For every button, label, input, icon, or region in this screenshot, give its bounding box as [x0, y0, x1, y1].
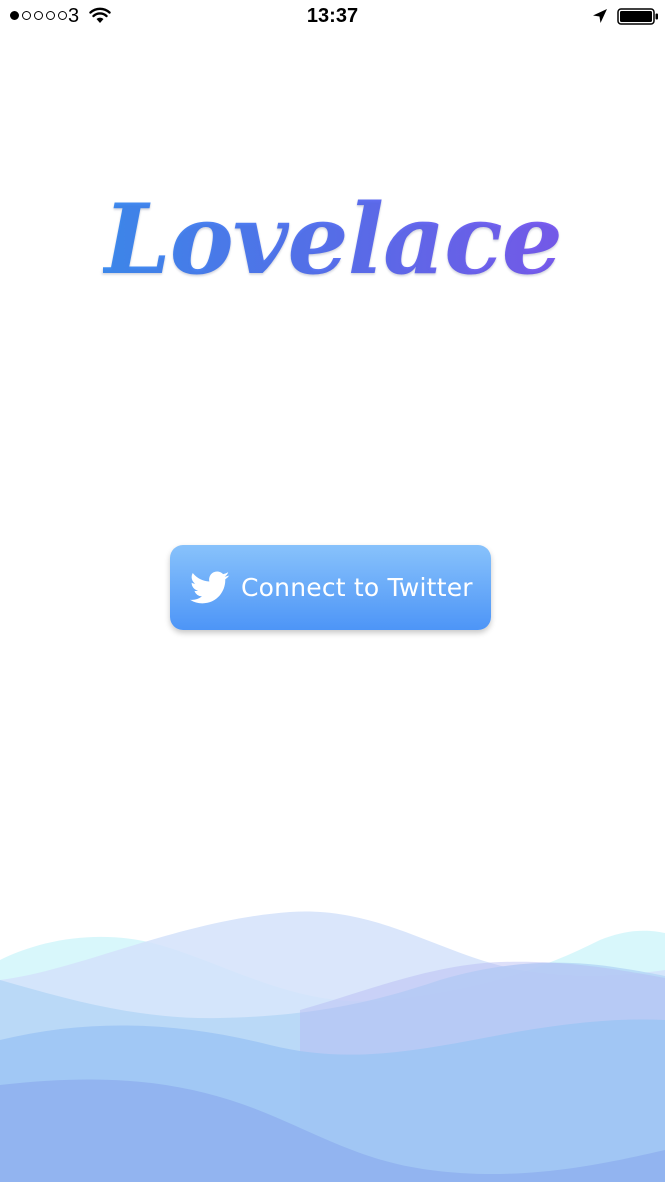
waves-decoration [0, 911, 665, 1182]
status-time: 13:37 [306, 5, 359, 27]
app-logo-text: Lovelace [103, 183, 563, 296]
login-screen: 3 13:37 Lovelace Connect to Twitter [0, 0, 665, 1182]
location-arrow-icon [593, 9, 607, 23]
connect-twitter-button[interactable]: Connect to Twitter [170, 545, 491, 630]
battery-icon [617, 8, 658, 25]
app-logo: Lovelace [0, 185, 665, 295]
connect-twitter-label: Connect to Twitter [241, 573, 473, 602]
twitter-bird-icon [190, 570, 230, 603]
status-bar: 3 13:37 [0, 0, 665, 34]
